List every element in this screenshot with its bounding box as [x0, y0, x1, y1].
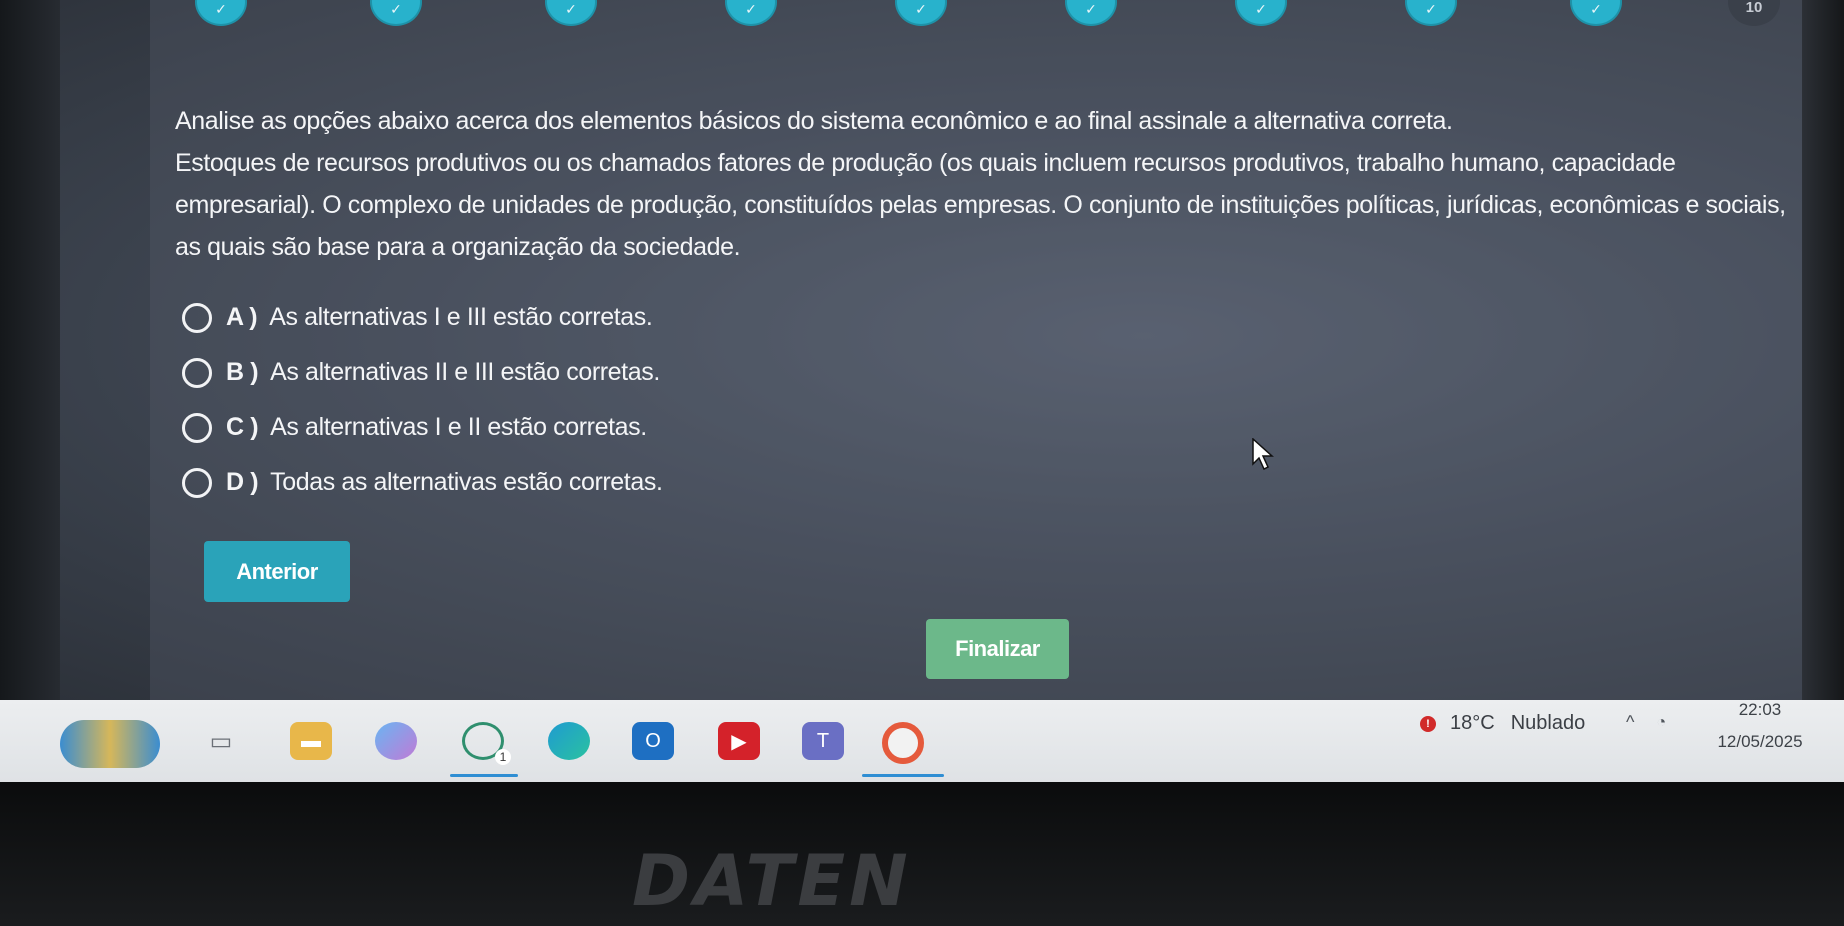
- check-icon: ✓: [215, 1, 227, 17]
- check-icon: ✓: [1085, 1, 1097, 17]
- copilot-icon[interactable]: [375, 722, 417, 760]
- chrome-icon[interactable]: [882, 722, 924, 764]
- option-text: As alternativas II e III estão corretas.: [270, 358, 660, 386]
- check-icon: ✓: [1590, 1, 1602, 17]
- check-icon: ✓: [915, 1, 927, 17]
- radio-button[interactable]: [182, 412, 212, 443]
- option-text: As alternativas I e II estão corretas.: [270, 413, 647, 441]
- progress-step[interactable]: ✓: [725, 0, 777, 26]
- radio-button[interactable]: [182, 467, 212, 498]
- option-b[interactable]: B ) As alternativas II e III estão corre…: [182, 345, 663, 400]
- widgets-icon[interactable]: [60, 720, 160, 768]
- taskbar-clock[interactable]: 22:03 12/05/2025: [1700, 694, 1820, 758]
- question-text: Analise as opções abaixo acerca dos elem…: [175, 100, 1795, 268]
- option-letter: A ): [226, 303, 258, 331]
- check-icon: ✓: [745, 1, 757, 17]
- option-c[interactable]: C ) As alternativas I e II estão correta…: [182, 400, 663, 455]
- notification-badge: 1: [495, 749, 511, 765]
- previous-button[interactable]: Anterior: [204, 541, 350, 602]
- progress-step[interactable]: ✓: [895, 0, 947, 26]
- brand-logo: DATEN: [632, 840, 912, 922]
- wifi-icon[interactable]: ◔: [1656, 714, 1666, 732]
- check-icon: ✓: [565, 1, 577, 17]
- screen-left-edge: [0, 0, 60, 700]
- progress-step[interactable]: ✓: [545, 0, 597, 26]
- check-icon: ✓: [390, 1, 402, 17]
- system-tray: ^ ◔: [1626, 712, 1666, 733]
- progress-step[interactable]: ✓: [1235, 0, 1287, 26]
- edge-icon[interactable]: [548, 722, 590, 760]
- radio-button[interactable]: [182, 357, 212, 388]
- browser-screen: ✓ ✓ ✓ ✓ ✓ ✓ ✓ ✓ ✓ 10 Analise as opções a…: [0, 0, 1844, 700]
- question-body: Estoques de recursos produtivos ou os ch…: [175, 149, 1786, 261]
- option-text: As alternativas I e III estão corretas.: [269, 303, 653, 331]
- question-intro: Analise as opções abaixo acerca dos elem…: [175, 107, 1453, 135]
- progress-step[interactable]: ✓: [1570, 0, 1622, 26]
- option-d[interactable]: D ) Todas as alternativas estão corretas…: [182, 455, 663, 510]
- check-icon: ✓: [1425, 1, 1437, 17]
- file-explorer-icon[interactable]: ▬: [290, 722, 332, 760]
- weather-widget[interactable]: ! 18°C Nublado: [1420, 712, 1585, 735]
- check-icon: ✓: [1255, 1, 1267, 17]
- youtube-icon[interactable]: ▶: [718, 722, 760, 760]
- progress-steps: ✓ ✓ ✓ ✓ ✓ ✓ ✓ ✓ ✓ 10: [0, 0, 1844, 30]
- progress-step[interactable]: ✓: [370, 0, 422, 26]
- progress-step[interactable]: ✓: [1065, 0, 1117, 26]
- laptop-bezel: DATEN: [0, 782, 1844, 926]
- alert-icon: !: [1420, 715, 1436, 732]
- option-a[interactable]: A ) As alternativas I e III estão corret…: [182, 290, 663, 345]
- chevron-up-icon[interactable]: ^: [1626, 712, 1634, 733]
- option-letter: B ): [226, 358, 259, 386]
- screen-right-edge: [1802, 0, 1844, 700]
- teams-icon[interactable]: T: [802, 722, 844, 760]
- clock-time: 22:03: [1738, 700, 1782, 719]
- progress-step[interactable]: ✓: [195, 0, 247, 26]
- radio-button[interactable]: [182, 302, 212, 333]
- answer-options: A ) As alternativas I e III estão corret…: [182, 290, 663, 510]
- outlook-icon[interactable]: O: [632, 722, 674, 760]
- temperature: 18°C: [1450, 712, 1495, 734]
- progress-step-current[interactable]: 10: [1728, 0, 1780, 26]
- whatsapp-icon[interactable]: 1: [462, 722, 511, 765]
- option-letter: D ): [226, 468, 259, 496]
- weather-condition: Nublado: [1510, 712, 1586, 734]
- clock-date: 12/05/2025: [1717, 732, 1803, 751]
- task-view-icon[interactable]: ▭: [200, 722, 242, 760]
- active-app-indicator: [450, 774, 518, 777]
- progress-step[interactable]: ✓: [1405, 0, 1457, 26]
- active-app-indicator: [862, 774, 944, 777]
- option-text: Todas as alternativas estão corretas.: [270, 468, 663, 496]
- option-letter: C ): [226, 413, 259, 441]
- mouse-cursor-icon: [1252, 438, 1274, 470]
- step-number: 10: [1745, 0, 1763, 16]
- finish-button[interactable]: Finalizar: [926, 619, 1069, 679]
